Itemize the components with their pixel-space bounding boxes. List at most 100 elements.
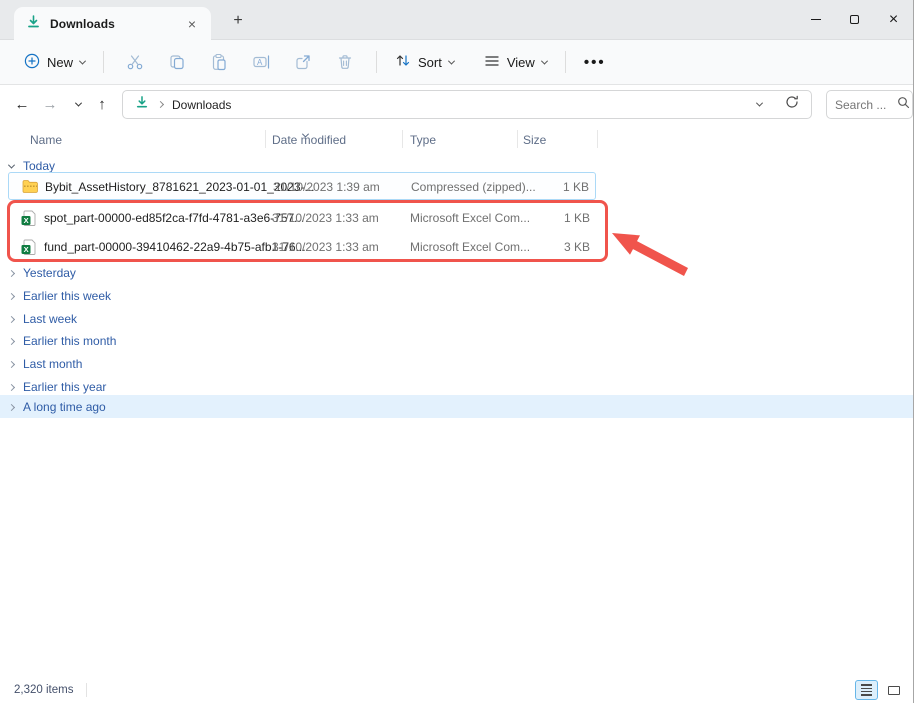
- view-toggles: [855, 680, 905, 700]
- share-button[interactable]: [282, 45, 324, 79]
- maximize-button[interactable]: [835, 0, 874, 39]
- toolbar-divider: [565, 51, 566, 73]
- svg-text:X: X: [24, 245, 29, 254]
- download-folder-icon: [135, 95, 149, 114]
- title-bar: Downloads × + ×: [0, 0, 913, 40]
- view-button-label: View: [507, 55, 535, 70]
- details-view-button[interactable]: [855, 680, 878, 700]
- sort-button[interactable]: Sort: [387, 47, 462, 77]
- rename-button[interactable]: A: [240, 45, 282, 79]
- chevron-right-icon: [8, 315, 15, 322]
- new-tab-button[interactable]: +: [226, 9, 250, 33]
- file-date-modified: 31/10/2023 1:33 am: [272, 211, 379, 225]
- tab-close-icon[interactable]: ×: [183, 15, 201, 33]
- column-divider[interactable]: [517, 130, 518, 148]
- group-label: A long time ago: [23, 400, 106, 414]
- delete-button[interactable]: [324, 45, 366, 79]
- chevron-right-icon: [8, 292, 15, 299]
- chevron-right-icon: [8, 337, 15, 344]
- file-name: fund_part-00000-39410462-22a9-4b75-afb1-…: [44, 240, 306, 254]
- file-date-modified: 31/10/2023 1:39 am: [273, 180, 380, 194]
- file-row-bybit-zip[interactable]: Bybit_AssetHistory_8781621_2023-01-01_20…: [8, 172, 596, 200]
- ellipsis-icon: •••: [584, 54, 606, 71]
- new-button[interactable]: New: [16, 47, 93, 78]
- address-bar[interactable]: Downloads: [122, 90, 812, 119]
- close-icon: ×: [889, 12, 898, 28]
- chevron-right-icon: [8, 403, 15, 410]
- column-header-size[interactable]: Size: [523, 133, 546, 147]
- more-options-button[interactable]: •••: [576, 48, 614, 77]
- search-icon: [897, 96, 910, 114]
- minimize-icon: [811, 19, 821, 20]
- search-box[interactable]: [826, 90, 913, 119]
- search-input[interactable]: [835, 98, 893, 112]
- annotation-arrow: [600, 218, 700, 280]
- chevron-down-icon: [79, 57, 86, 64]
- file-type: Microsoft Excel Com...: [410, 240, 530, 254]
- chevron-right-icon: [8, 269, 15, 276]
- group-header-last-month[interactable]: Last month: [9, 353, 82, 375]
- column-divider[interactable]: [265, 130, 266, 148]
- file-type: Compressed (zipped)...: [411, 180, 536, 194]
- share-icon: [294, 53, 312, 71]
- file-row-fund-csv[interactable]: X fund_part-00000-39410462-22a9-4b75-afb…: [8, 233, 596, 261]
- trash-icon: [336, 53, 354, 71]
- file-name: spot_part-00000-ed85f2ca-f7fd-4781-a3e6-…: [44, 211, 304, 225]
- status-divider: [86, 683, 87, 697]
- column-header-type[interactable]: Type: [410, 133, 436, 147]
- file-size: 1 KB: [564, 211, 590, 225]
- column-header-date-modified[interactable]: Date modified: [272, 133, 346, 147]
- file-size: 3 KB: [564, 240, 590, 254]
- minimize-button[interactable]: [796, 0, 835, 39]
- zip-folder-icon: [22, 179, 39, 199]
- plus-circle-icon: [24, 53, 40, 72]
- address-dropdown-icon[interactable]: [756, 100, 763, 107]
- close-button[interactable]: ×: [874, 0, 913, 39]
- large-icons-view-icon: [888, 686, 900, 695]
- back-button[interactable]: ←: [8, 86, 36, 122]
- details-view-icon: [861, 684, 872, 696]
- group-row-hover-highlight: [0, 395, 913, 418]
- navigation-bar: ← → ↑ Downloads: [0, 86, 913, 122]
- large-icons-view-button[interactable]: [882, 680, 905, 700]
- group-label: Last week: [23, 312, 77, 326]
- refresh-button[interactable]: [785, 95, 799, 114]
- view-button[interactable]: View: [476, 48, 555, 77]
- group-header-yesterday[interactable]: Yesterday: [9, 262, 76, 284]
- rename-icon: A: [252, 53, 271, 71]
- group-header-earlier-this-week[interactable]: Earlier this week: [9, 285, 111, 307]
- group-label: Today: [23, 159, 55, 173]
- cut-button[interactable]: [114, 45, 156, 79]
- view-lines-icon: [484, 54, 500, 71]
- group-header-last-week[interactable]: Last week: [9, 308, 77, 330]
- breadcrumb[interactable]: Downloads: [172, 98, 231, 112]
- svg-text:X: X: [24, 216, 29, 225]
- column-headers: Name Date modified Type Size: [0, 128, 913, 150]
- column-divider[interactable]: [402, 130, 403, 148]
- chevron-down-icon: [8, 161, 15, 168]
- group-label: Last month: [23, 357, 82, 371]
- download-folder-icon: [26, 14, 41, 34]
- group-header-earlier-this-month[interactable]: Earlier this month: [9, 330, 116, 352]
- chevron-right-icon: [8, 360, 15, 367]
- copy-button[interactable]: [156, 45, 198, 79]
- chevron-down-icon: [74, 99, 81, 106]
- paste-icon: [210, 53, 228, 71]
- tab-downloads[interactable]: Downloads ×: [14, 7, 211, 41]
- file-explorer-window: Downloads × + × New A: [0, 0, 914, 703]
- forward-button[interactable]: →: [36, 86, 64, 122]
- sort-arrows-icon: [395, 53, 411, 71]
- new-button-label: New: [47, 55, 73, 70]
- up-button[interactable]: ↑: [88, 86, 116, 122]
- chevron-down-icon: [541, 57, 548, 64]
- file-row-spot-csv[interactable]: X spot_part-00000-ed85f2ca-f7fd-4781-a3e…: [8, 204, 596, 232]
- toolbar-divider: [103, 51, 104, 73]
- paste-button[interactable]: [198, 45, 240, 79]
- svg-text:A: A: [257, 58, 263, 67]
- sort-descending-icon: [303, 125, 308, 143]
- status-bar: 2,320 items: [0, 677, 913, 703]
- tab-title: Downloads: [50, 17, 115, 31]
- column-divider[interactable]: [597, 130, 598, 148]
- column-header-name[interactable]: Name: [30, 133, 62, 147]
- group-header-a-long-time-ago[interactable]: A long time ago: [9, 396, 106, 418]
